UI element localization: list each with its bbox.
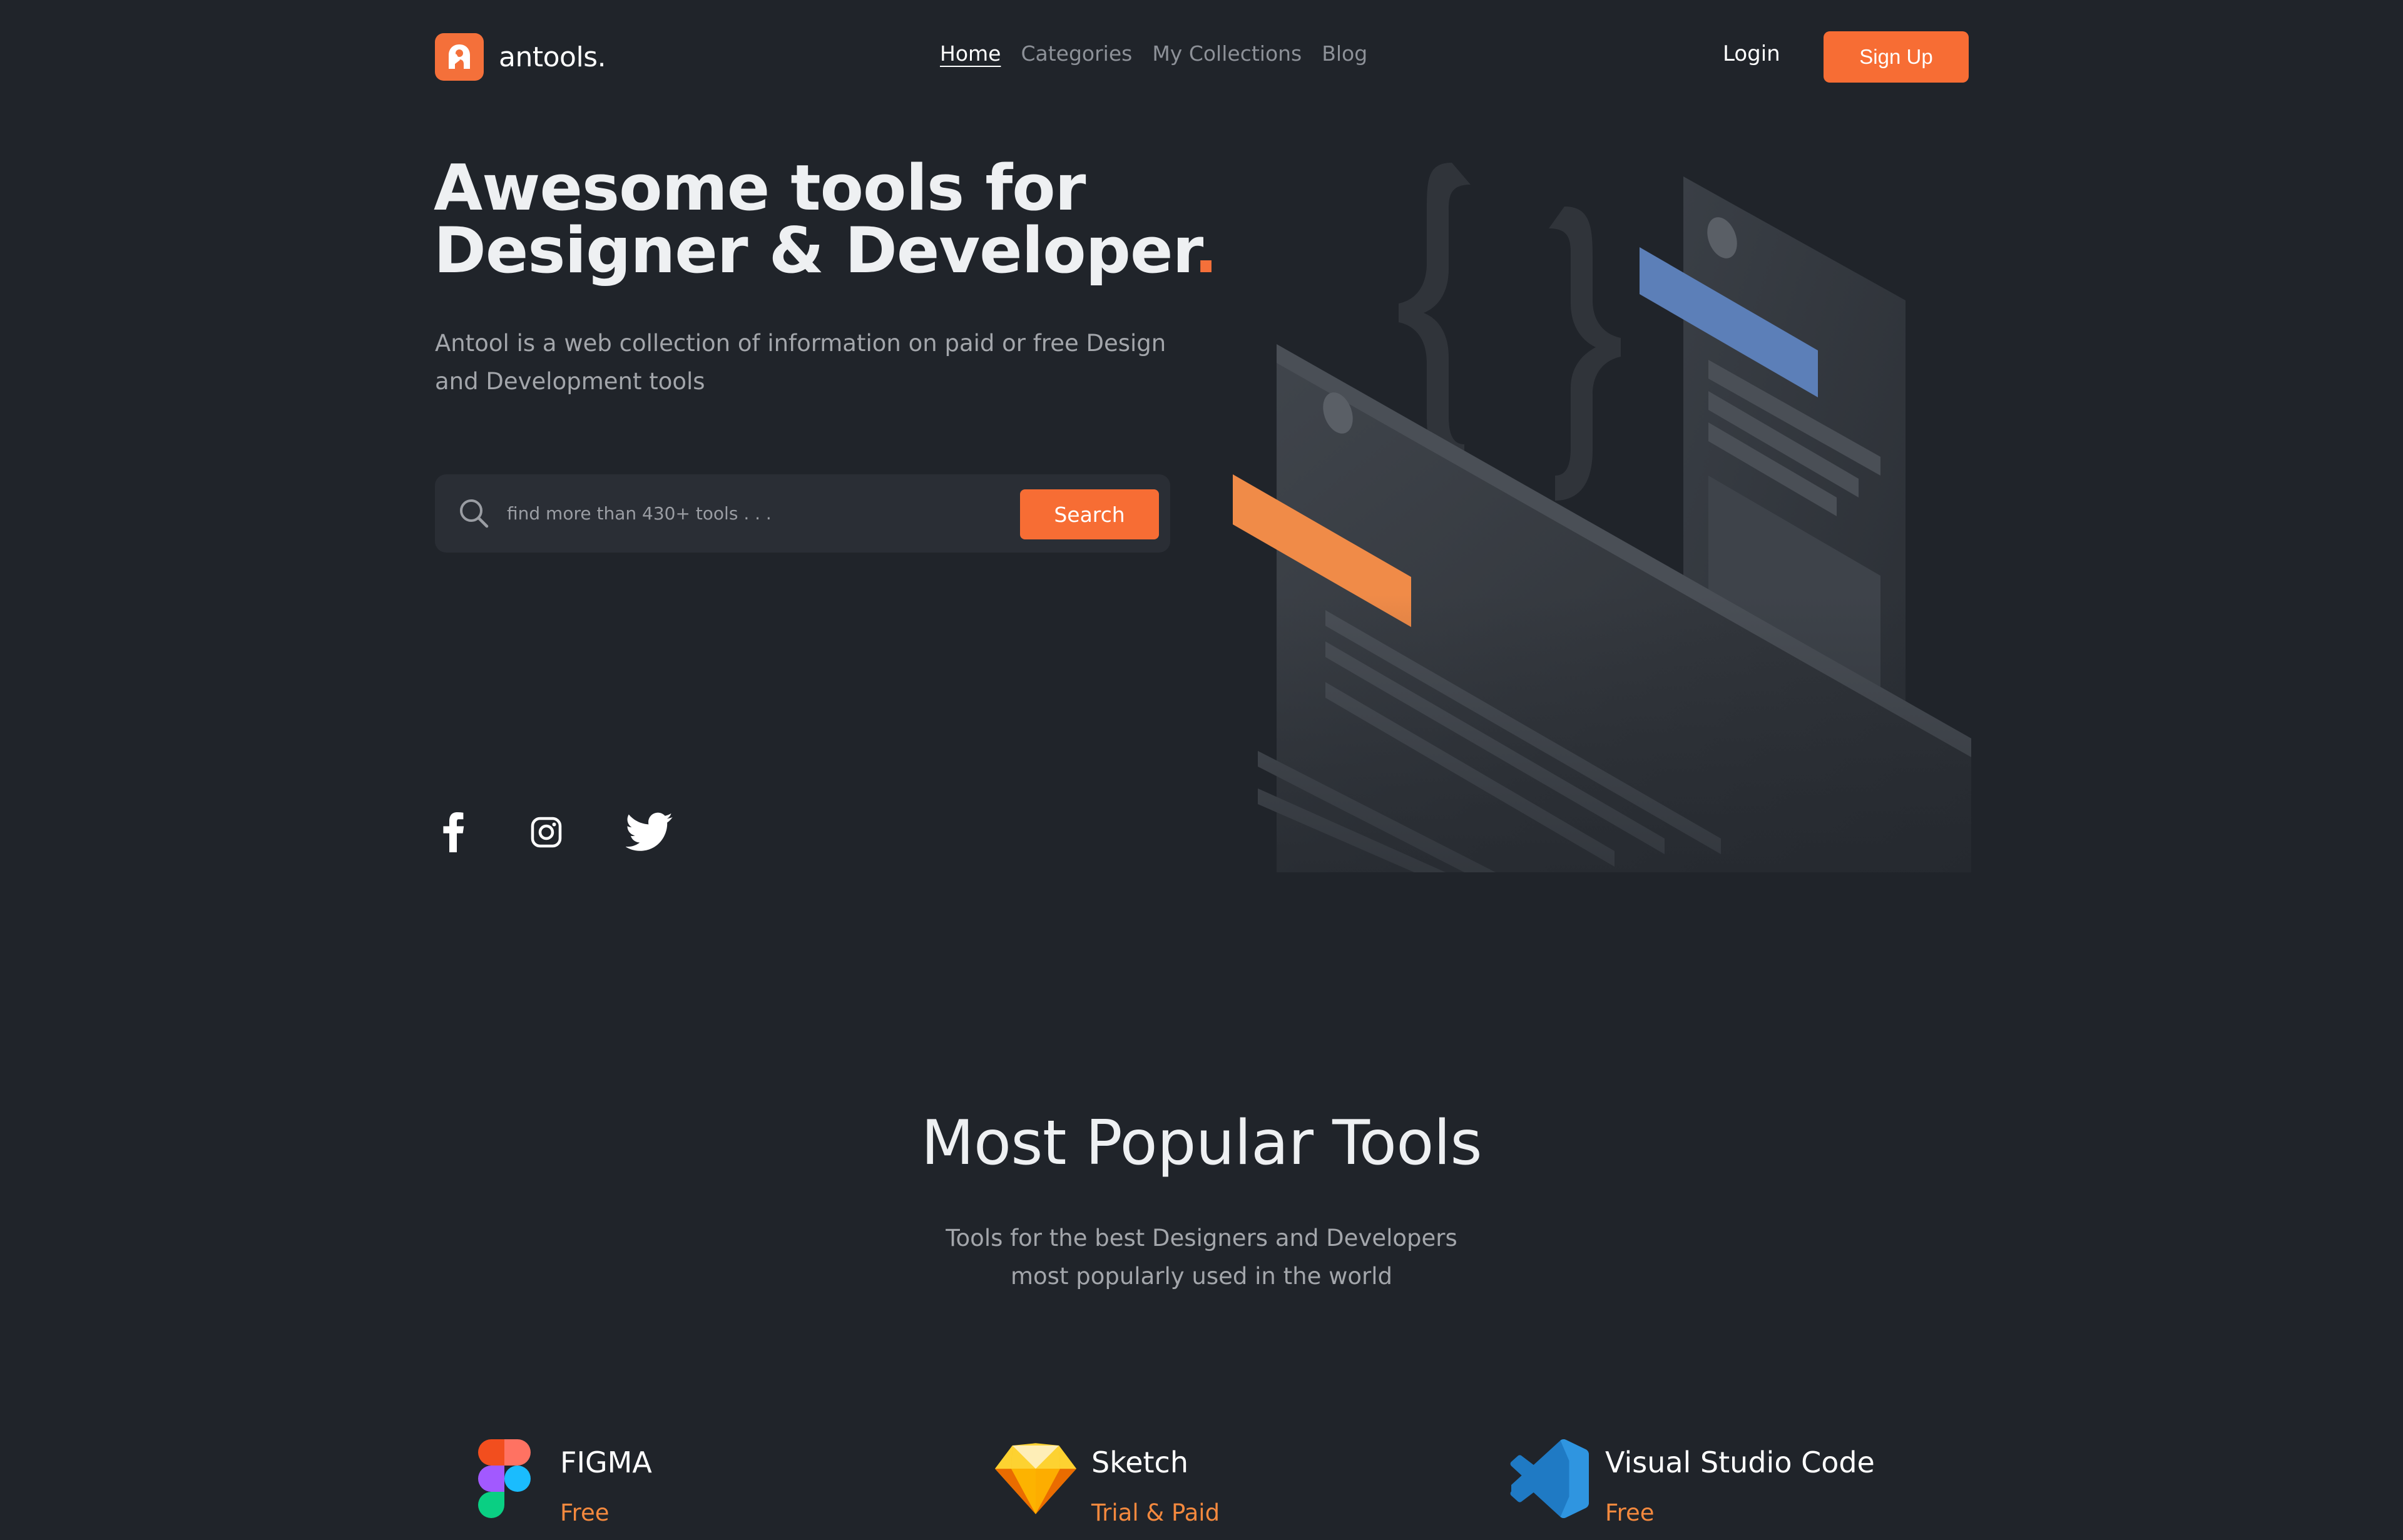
- signup-button[interactable]: Sign Up: [1824, 31, 1969, 83]
- logo[interactable]: antools.: [435, 33, 606, 81]
- tool-price: Trial & Paid: [1091, 1499, 1220, 1526]
- vscode-icon: [1509, 1439, 1590, 1533]
- tool-info: Sketch Trial & Paid: [1091, 1439, 1220, 1526]
- tool-card-sketch[interactable]: Sketch Trial & Paid: [995, 1439, 1220, 1533]
- nav-item-categories[interactable]: Categories: [1021, 41, 1132, 66]
- nav-item-blog[interactable]: Blog: [1322, 41, 1367, 66]
- facebook-icon[interactable]: [429, 807, 479, 857]
- twitter-icon[interactable]: [625, 807, 675, 857]
- tool-name: Sketch: [1091, 1446, 1188, 1479]
- search-bar: Search: [435, 474, 1170, 553]
- hero-subtitle: Antool is a web collection of informatio…: [435, 330, 1166, 395]
- nav-item-my-collections[interactable]: My Collections: [1152, 41, 1302, 66]
- section-subtitle-line1: Tools for the best Designers and Develop…: [946, 1225, 1457, 1252]
- login-link[interactable]: Login: [1723, 41, 1780, 66]
- logo-text: antools.: [499, 41, 606, 73]
- nav-item-home[interactable]: Home: [940, 41, 1001, 66]
- search-input[interactable]: [507, 494, 807, 532]
- tool-price: Free: [1605, 1499, 1655, 1526]
- tool-info: FIGMA Free: [560, 1439, 652, 1526]
- hero-title-dot: .: [1193, 213, 1218, 287]
- tool-card-figma[interactable]: FIGMA Free: [464, 1439, 652, 1533]
- main-nav: Home Categories My Collections Blog: [940, 41, 1367, 66]
- search-icon: [457, 497, 490, 529]
- logo-mark-icon: [435, 33, 484, 81]
- hero-illustration: [1227, 156, 1971, 872]
- tool-info: Visual Studio Code Free: [1605, 1439, 1875, 1526]
- search-button[interactable]: Search: [1020, 489, 1159, 539]
- section-subtitle: Tools for the best Designers and Develop…: [889, 1219, 1514, 1295]
- section-title: Most Popular Tools: [921, 1108, 1482, 1179]
- sketch-icon: [995, 1439, 1076, 1533]
- tool-card-vscode[interactable]: Visual Studio Code Free: [1509, 1439, 1875, 1533]
- tool-name: Visual Studio Code: [1605, 1446, 1875, 1479]
- tool-price: Free: [560, 1499, 610, 1526]
- section-subtitle-line2: most popularly used in the world: [1011, 1263, 1392, 1290]
- hero-title-line2: Designer & Developer: [434, 213, 1195, 287]
- tool-name: FIGMA: [560, 1446, 652, 1479]
- instagram-icon[interactable]: [521, 807, 571, 857]
- figma-icon: [464, 1439, 545, 1533]
- hero-title: Awesome tools for Designer & Developer.: [434, 156, 1218, 282]
